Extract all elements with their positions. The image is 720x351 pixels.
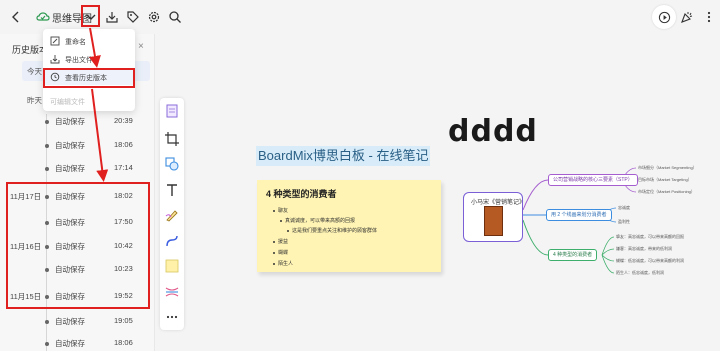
mindmap-root-title: 小马宋《营销笔记》 [471, 200, 526, 206]
mindmap-leaf[interactable]: 嫌客：高忠诚度，带来的低利润 [616, 246, 672, 252]
mindmap-leaf[interactable]: 目标市场（Market Targeting） [638, 177, 692, 183]
mindmap-branch[interactable]: 用 2 个线画来划分消费者 [546, 209, 612, 221]
mindmap-root[interactable]: 小马宋《营销笔记》 [463, 192, 526, 242]
mindmap-leaf[interactable]: 市场细分（Market Segmenting） [638, 165, 697, 171]
mindmap-branch[interactable]: 公司营销战略的核心三要素（STP） [548, 174, 638, 186]
mindmap-leaf[interactable]: 挚友：高忠诚度，可以带来高额的回报 [616, 234, 684, 240]
mindmap-branch[interactable]: 4 种类型的消费者 [548, 249, 598, 261]
book-cover-image [484, 206, 503, 236]
mindmap-leaf[interactable]: 蝴蝶：低忠诚度，可以带来高额的利润 [616, 258, 684, 264]
mindmap-leaf[interactable]: 盈利性 [618, 219, 630, 225]
mindmap-leaf[interactable]: 忠诚度 [618, 205, 630, 211]
mindmap-leaf[interactable]: 市场定位（Market Positioning） [638, 189, 695, 195]
mindmap-leaf[interactable]: 陌生人：低忠诚度，低利润 [616, 270, 664, 276]
